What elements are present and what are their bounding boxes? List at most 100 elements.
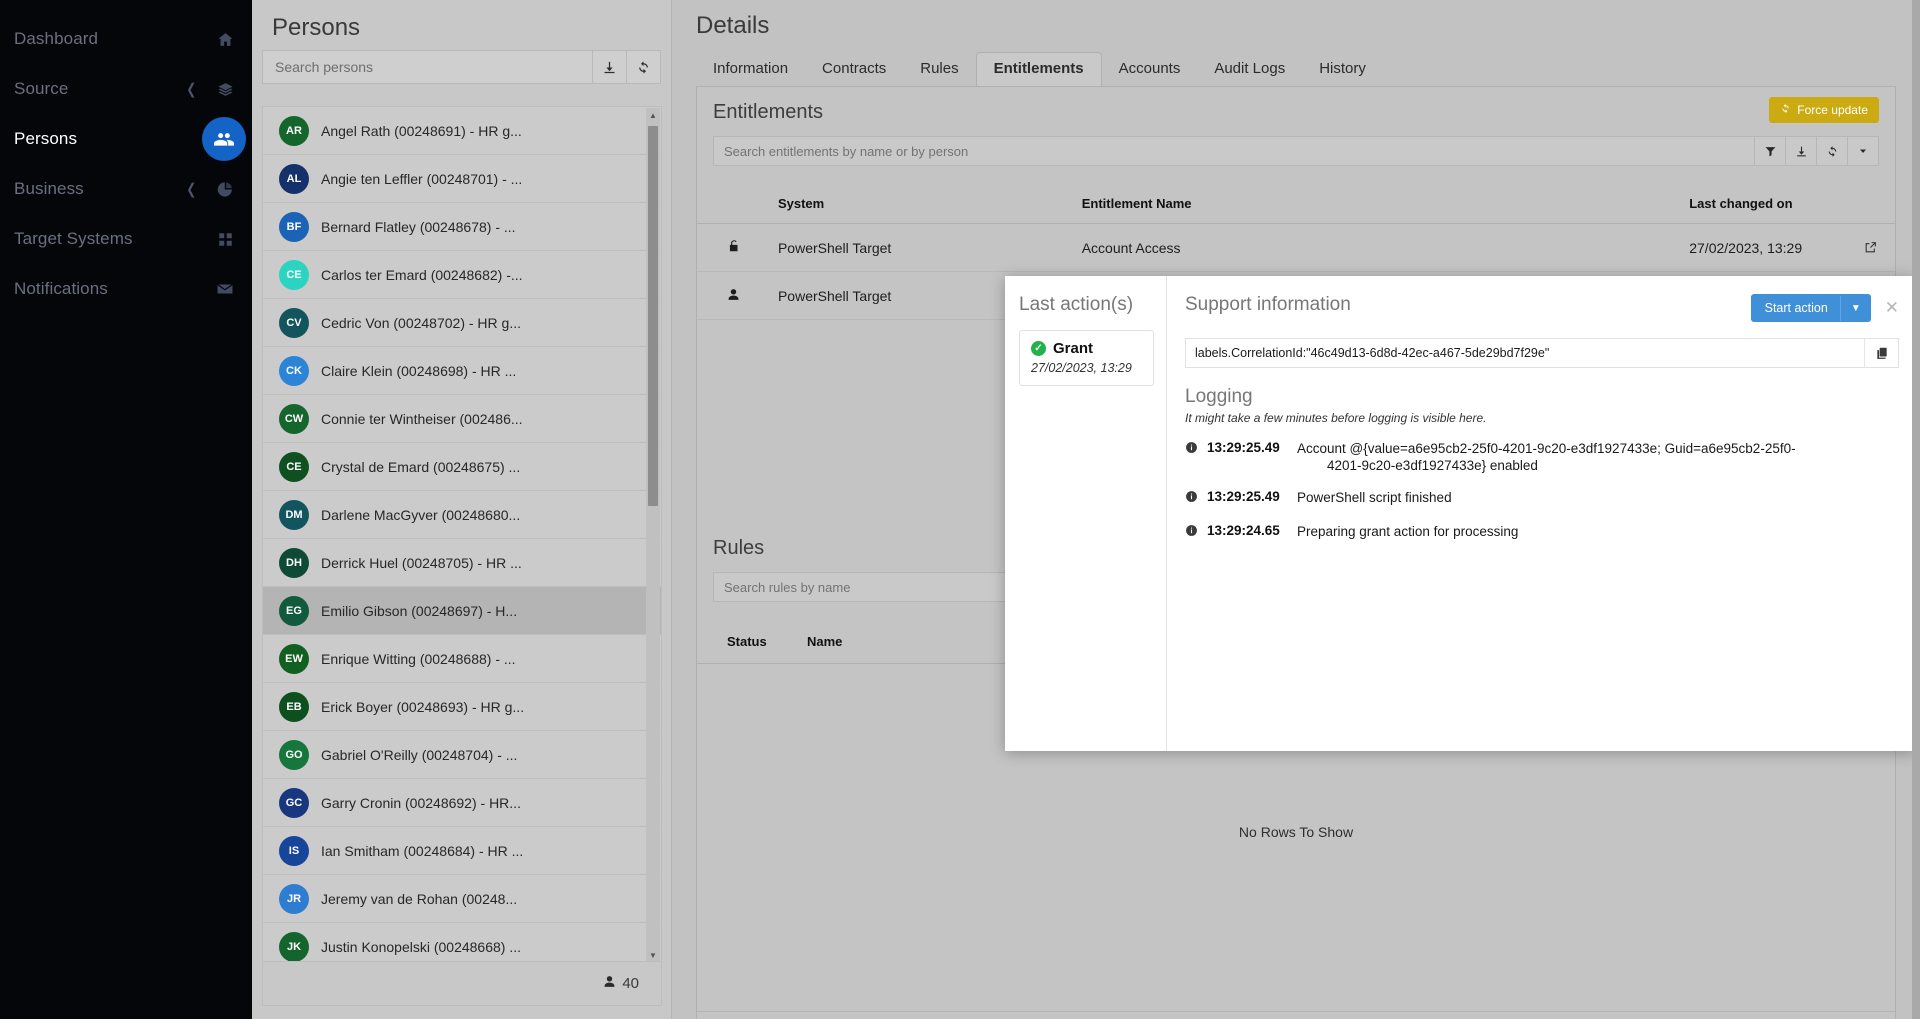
layers-icon <box>212 76 238 102</box>
person-list-item[interactable]: DM Darlene MacGyver (00248680... <box>263 491 661 539</box>
person-list-item[interactable]: DH Derrick Huel (00248705) - HR ... <box>263 539 661 587</box>
persons-search-row: Search persons <box>252 50 671 84</box>
external-link-icon[interactable] <box>1846 241 1895 254</box>
info-icon <box>1185 489 1207 508</box>
action-card[interactable]: ✓ Grant 27/02/2023, 13:29 <box>1019 330 1154 386</box>
person-name: Angel Rath (00248691) - HR g... <box>321 122 522 139</box>
entitlements-search-input[interactable]: Search entitlements by name or by person <box>713 136 1755 166</box>
tab-information[interactable]: Information <box>696 53 805 86</box>
persons-scrollbar[interactable]: ▲ ▼ <box>646 108 660 961</box>
sidebar-item-persons[interactable]: Persons <box>0 114 252 164</box>
persons-panel: Persons Search persons AR Angel Rath (002… <box>252 0 672 1019</box>
persons-count-footer: 40 <box>262 962 662 1006</box>
download-icon[interactable] <box>1786 136 1817 166</box>
filter-icon[interactable] <box>1755 136 1786 166</box>
person-list-item[interactable]: CE Carlos ter Emard (00248682) -... <box>263 251 661 299</box>
download-icon[interactable] <box>593 50 627 84</box>
support-information-title: Support information <box>1185 294 1351 315</box>
scroll-up-arrow[interactable]: ▲ <box>646 108 660 122</box>
chevron-left-icon[interactable]: ❮ <box>187 80 197 98</box>
person-name: Ian Smitham (00248684) - HR ... <box>321 842 524 859</box>
tab-history[interactable]: History <box>1302 53 1383 86</box>
entitlements-footer: # 0 <box>697 1011 1895 1019</box>
person-list-item[interactable]: JK Justin Konopelski (00248668) ... <box>263 923 661 961</box>
avatar: GO <box>279 739 309 770</box>
log-message: PowerShell script finished <box>1297 490 1452 505</box>
window-right-edge <box>1912 0 1920 1019</box>
copy-icon[interactable] <box>1864 339 1898 367</box>
log-entry: 13:29:25.49 Account @{value=a6e95cb2-25f0… <box>1185 440 1899 474</box>
entitlement-row[interactable]: PowerShell Target Account Access 27/02/202… <box>697 224 1895 272</box>
column-entitlement-name: Entitlement Name <box>1081 196 1192 211</box>
persons-title: Persons <box>272 14 361 41</box>
tab-entitlements[interactable]: Entitlements <box>975 52 1102 87</box>
entitlements-section-title: Entitlements <box>713 101 824 123</box>
log-message: Account @{value=a6e95cb2-25f0-4201-9c20-… <box>1297 441 1796 473</box>
refresh-icon <box>1780 103 1791 117</box>
chevron-left-icon[interactable]: ❮ <box>187 180 197 198</box>
search-persons-input[interactable]: Search persons <box>262 50 593 84</box>
person-list-item[interactable]: AL Angie ten Leffler (00248701) - ... <box>263 155 661 203</box>
avatar: BF <box>279 211 309 242</box>
tab-accounts[interactable]: Accounts <box>1102 53 1198 86</box>
person-list-item[interactable]: JR Jeremy van de Rohan (00248... <box>263 875 661 923</box>
person-list-item[interactable]: GO Gabriel O'Reilly (00248704) - ... <box>263 731 661 779</box>
chevron-down-icon[interactable] <box>1848 136 1879 166</box>
refresh-icon[interactable] <box>1817 136 1848 166</box>
avatar: AL <box>279 163 309 194</box>
info-icon <box>1185 440 1207 459</box>
sidebar-item-label: Dashboard <box>14 29 99 48</box>
sidebar-item-source[interactable]: Source ❮ <box>0 64 252 114</box>
force-update-label: Force update <box>1797 103 1868 117</box>
force-update-button[interactable]: Force update <box>1769 97 1879 123</box>
person-list-item[interactable]: GC Garry Cronin (00248692) - HR... <box>263 779 661 827</box>
person-list-item[interactable]: CW Connie ter Wintheiser (002486... <box>263 395 661 443</box>
people-icon <box>202 117 246 161</box>
action-name: Grant <box>1053 340 1094 357</box>
tab-rules[interactable]: Rules <box>903 53 975 86</box>
person-list-item[interactable]: EW Enrique Witting (00248688) - ... <box>263 635 661 683</box>
sidebar: Dashboard Source ❮ Persons Business ❮ Ta… <box>0 0 252 1019</box>
column-system: System <box>777 196 825 211</box>
refresh-icon[interactable] <box>627 50 661 84</box>
avatar: CV <box>279 307 309 338</box>
correlation-id-input[interactable]: labels.CorrelationId:"46c49d13-6d8d-42ec… <box>1186 339 1864 367</box>
start-action-button[interactable]: Start action ▼ <box>1750 294 1871 322</box>
support-information-pane: Support information Start action ▼ ✕ lab… <box>1167 276 1915 751</box>
person-list-item[interactable]: BF Bernard Flatley (00248678) - ... <box>263 203 661 251</box>
person-name: Emilio Gibson (00248697) - H... <box>321 602 518 619</box>
sidebar-item-label: Business <box>14 179 84 198</box>
sidebar-item-dashboard[interactable]: Dashboard <box>0 14 252 64</box>
person-list-item[interactable]: CE Crystal de Emard (00248675) ... <box>263 443 661 491</box>
chevron-down-icon[interactable]: ▼ <box>1839 295 1871 321</box>
person-icon <box>603 975 616 992</box>
close-icon[interactable]: ✕ <box>1885 298 1899 318</box>
sidebar-item-notifications[interactable]: Notifications <box>0 264 252 314</box>
avatar: EG <box>279 595 309 626</box>
tab-audit-logs[interactable]: Audit Logs <box>1197 53 1302 86</box>
avatar: JK <box>279 931 309 961</box>
persons-list[interactable]: AR Angel Rath (00248691) - HR g... AL Angie… <box>262 106 662 962</box>
modal-header-row: Support information Start action ▼ ✕ <box>1185 294 1899 322</box>
sidebar-item-label: Notifications <box>14 279 108 298</box>
scroll-down-arrow[interactable]: ▼ <box>646 948 660 961</box>
person-list-item[interactable]: CK Claire Klein (00248698) - HR ... <box>263 347 661 395</box>
sidebar-item-business[interactable]: Business ❮ <box>0 164 252 214</box>
cell-system: PowerShell Target <box>777 239 892 256</box>
avatar: EW <box>279 643 309 674</box>
person-name: Bernard Flatley (00248678) - ... <box>321 218 516 235</box>
person-list-item[interactable]: IS Ian Smitham (00248684) - HR ... <box>263 827 661 875</box>
log-message-continuation: 4201-9c20-e3df1927433e} enabled <box>1327 458 1538 473</box>
person-list-item[interactable]: EG Emilio Gibson (00248697) - H... <box>263 587 661 635</box>
sidebar-item-target-systems[interactable]: Target Systems <box>0 214 252 264</box>
person-list-item[interactable]: AR Angel Rath (00248691) - HR g... <box>263 107 661 155</box>
person-list-item[interactable]: EB Erick Boyer (00248693) - HR g... <box>263 683 661 731</box>
tab-contracts[interactable]: Contracts <box>805 53 903 86</box>
scrollbar-thumb[interactable] <box>648 126 658 506</box>
log-entry: 13:29:25.49 PowerShell script finished <box>1185 489 1899 508</box>
person-name: Claire Klein (00248698) - HR ... <box>321 362 517 379</box>
person-list-item[interactable]: CV Cedric Von (00248702) - HR g... <box>263 299 661 347</box>
entitlements-search-row: Search entitlements by name or by person <box>713 136 1879 166</box>
last-actions-pane: Last action(s) ✓ Grant 27/02/2023, 13:29 <box>1005 276 1167 751</box>
log-entry: 13:29:24.65 Preparing grant action for pr… <box>1185 523 1899 542</box>
